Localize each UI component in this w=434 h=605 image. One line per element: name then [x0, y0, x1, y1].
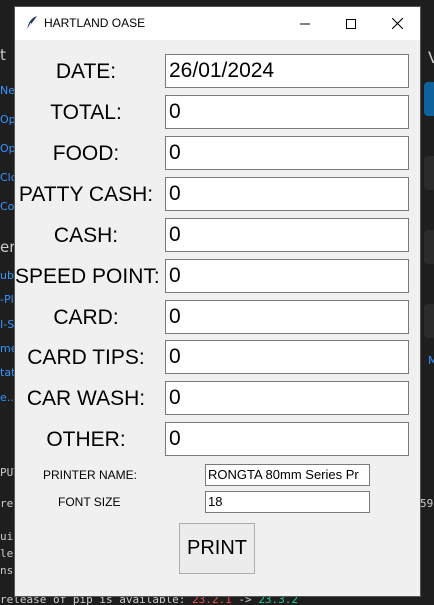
maximize-button[interactable] [328, 7, 374, 40]
sidebar-link: Op [0, 142, 16, 155]
speed-point-input[interactable]: 0 [165, 259, 409, 293]
field-row-total: TOTAL: 0 [15, 95, 420, 131]
field-label: FOOD: [52, 142, 120, 165]
field-row-date: DATE: 26/01/2024 [15, 54, 420, 90]
feather-icon [26, 16, 37, 31]
right-panel-heading: V [428, 48, 434, 67]
sidebar-link: -Pl [0, 293, 14, 306]
other-input[interactable]: 0 [165, 422, 409, 456]
close-button[interactable] [374, 7, 420, 40]
patty-cash-input[interactable]: 0 [165, 177, 409, 211]
field-row-cash: CASH: 0 [15, 218, 420, 254]
right-panel-button [424, 230, 434, 264]
sidebar-heading: t [0, 46, 6, 64]
right-panel-link: M [428, 354, 434, 367]
window-title: HARTLAND OASE [44, 16, 146, 30]
total-input[interactable]: 0 [165, 95, 409, 129]
field-row-card: CARD: 0 [15, 300, 420, 336]
font-size-input[interactable]: 18 [205, 491, 370, 513]
field-label: SPEED POINT: [15, 265, 160, 288]
card-tips-input[interactable]: 0 [165, 340, 409, 374]
minimize-button[interactable] [282, 7, 328, 40]
terminal-line: 59 [420, 497, 434, 510]
field-label: CARD TIPS: [27, 346, 145, 369]
sidebar-heading: er [0, 238, 16, 256]
sidebar-link: ub [0, 269, 14, 282]
right-panel-button [424, 304, 434, 338]
sidebar-link: Co [0, 200, 15, 213]
minimize-icon [300, 23, 310, 24]
background-sidebar: t Ne Op Op Clo Co er ub -Pl I-S me tat e… [0, 40, 17, 480]
sidebar-link: tat [0, 366, 16, 379]
background-right-panel: V M [420, 40, 434, 480]
printer-name-label: PRINTER NAME: [43, 468, 138, 482]
field-row-food: FOOD: 0 [15, 136, 420, 172]
right-panel-button [424, 82, 434, 116]
right-panel-button [424, 156, 434, 190]
card-input[interactable]: 0 [165, 300, 409, 334]
close-icon [391, 18, 403, 29]
field-row-speed-point: SPEED POINT: 0 [15, 259, 420, 295]
car-wash-input[interactable]: 0 [165, 381, 409, 415]
field-row-car-wash: CAR WASH: 0 [15, 381, 420, 417]
field-label: CARD: [53, 306, 119, 329]
title-bar[interactable]: HARTLAND OASE [15, 7, 420, 40]
field-label: CAR WASH: [26, 387, 146, 410]
maximize-icon [346, 18, 356, 29]
printer-name-input[interactable]: RONGTA 80mm Series Pr [205, 464, 370, 486]
field-row-patty-cash: PATTY CASH: 0 [15, 177, 420, 213]
field-label: PATTY CASH: [18, 183, 154, 206]
app-window: HARTLAND OASE DATE: 26/01/2024 TOTAL: 0 … [15, 7, 420, 596]
field-label: CASH: [53, 224, 119, 247]
sidebar-link: I-S [0, 318, 15, 331]
date-input[interactable]: 26/01/2024 [165, 54, 409, 88]
sidebar-link: Op [0, 113, 16, 126]
field-label: TOTAL: [50, 101, 122, 124]
cash-input[interactable]: 0 [165, 218, 409, 252]
field-row-card-tips: CARD TIPS: 0 [15, 340, 420, 376]
font-size-label: FONT SIZE [58, 495, 121, 509]
print-button[interactable]: PRINT [179, 523, 255, 574]
sidebar-link: Ne [0, 84, 15, 97]
field-label: DATE: [55, 60, 117, 83]
field-label: OTHER: [46, 428, 126, 451]
field-row-other: OTHER: 0 [15, 422, 420, 458]
food-input[interactable]: 0 [165, 136, 409, 170]
